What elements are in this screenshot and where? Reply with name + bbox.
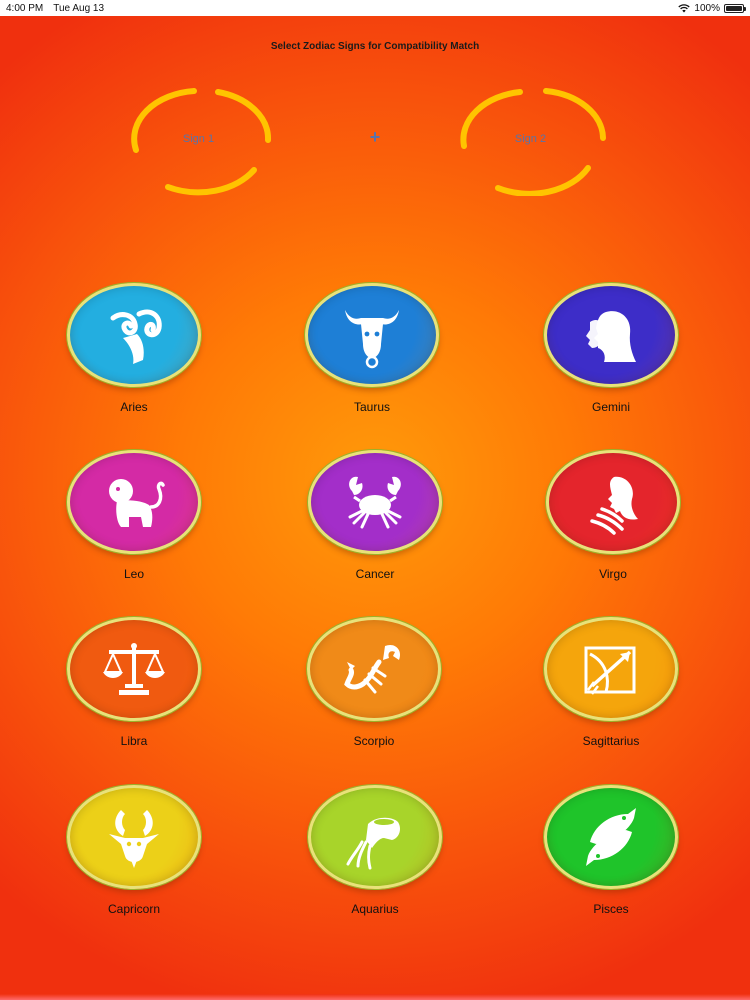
sign-slot-1-label: Sign 1 <box>182 133 215 145</box>
sign-badge <box>67 785 201 889</box>
sign-badge <box>67 283 201 387</box>
sign-virgo[interactable]: Virgo <box>523 450 703 600</box>
sign-badge <box>546 450 680 554</box>
sign-cancer[interactable]: Cancer <box>285 450 465 600</box>
sign-gemini[interactable]: Gemini <box>521 283 701 433</box>
sign-label: Capricorn <box>107 902 161 916</box>
sign-slot-1[interactable]: Sign 1 <box>126 86 276 196</box>
sign-label: Aries <box>120 400 148 414</box>
virgo-icon <box>590 476 638 535</box>
sign-label: Gemini <box>591 400 630 414</box>
sign-taurus[interactable]: Taurus <box>282 283 462 433</box>
sign-badge <box>544 785 678 889</box>
status-time: 4:00 PM <box>6 2 44 14</box>
sign-badge <box>544 283 678 387</box>
wifi-icon <box>678 3 691 12</box>
aries-icon <box>110 309 162 364</box>
sign-label: Leo <box>123 567 145 581</box>
capricorn-icon <box>109 810 159 868</box>
taurus-icon <box>345 310 399 369</box>
sign-sagittarius[interactable]: Sagittarius <box>521 617 701 767</box>
sign-scorpio[interactable]: Scorpio <box>284 617 464 767</box>
sign-badge <box>67 450 201 554</box>
sign-label: Aquarius <box>351 902 399 916</box>
sign-capricorn[interactable]: Capricorn <box>44 785 224 935</box>
scorpio-icon <box>344 644 401 694</box>
page-title: Select Zodiac Signs for Compatibility Ma… <box>270 41 480 52</box>
sign-label: Cancer <box>355 567 395 581</box>
status-date: Tue Aug 13 <box>53 2 105 14</box>
sign-aries[interactable]: Aries <box>44 283 224 433</box>
gemini-icon <box>586 311 636 362</box>
sign-label: Taurus <box>353 400 391 414</box>
sign-label: Sagittarius <box>582 734 640 748</box>
battery-level <box>726 5 742 11</box>
sign-badge <box>305 283 439 387</box>
sign-slot-2[interactable]: Sign 2 <box>458 86 608 196</box>
battery-icon <box>724 3 746 13</box>
bottom-bar <box>0 994 750 1000</box>
pisces-icon <box>586 808 636 866</box>
sign-slot-2-label: Sign 2 <box>514 133 547 145</box>
cancer-icon <box>348 476 402 529</box>
sagittarius-icon <box>584 646 636 695</box>
sign-label: Pisces <box>593 902 629 916</box>
aquarius-icon <box>346 817 400 870</box>
status-bar: 4:00 PM Tue Aug 13 100% <box>0 0 750 16</box>
sign-label: Virgo <box>599 567 627 581</box>
libra-icon <box>103 643 165 695</box>
plus-icon: + <box>369 127 381 147</box>
sign-leo[interactable]: Leo <box>44 450 224 600</box>
sign-libra[interactable]: Libra <box>44 617 224 767</box>
sign-label: Libra <box>120 734 148 748</box>
sign-label: Scorpio <box>353 734 395 748</box>
leo-icon <box>109 479 165 527</box>
sign-badge <box>67 617 201 721</box>
sign-badge <box>307 617 441 721</box>
sign-badge <box>544 617 678 721</box>
sign-badge <box>308 450 442 554</box>
sign-pisces[interactable]: Pisces <box>521 785 701 935</box>
battery-percent: 100% <box>694 2 720 14</box>
sign-aquarius[interactable]: Aquarius <box>285 785 465 935</box>
sign-badge <box>308 785 442 889</box>
